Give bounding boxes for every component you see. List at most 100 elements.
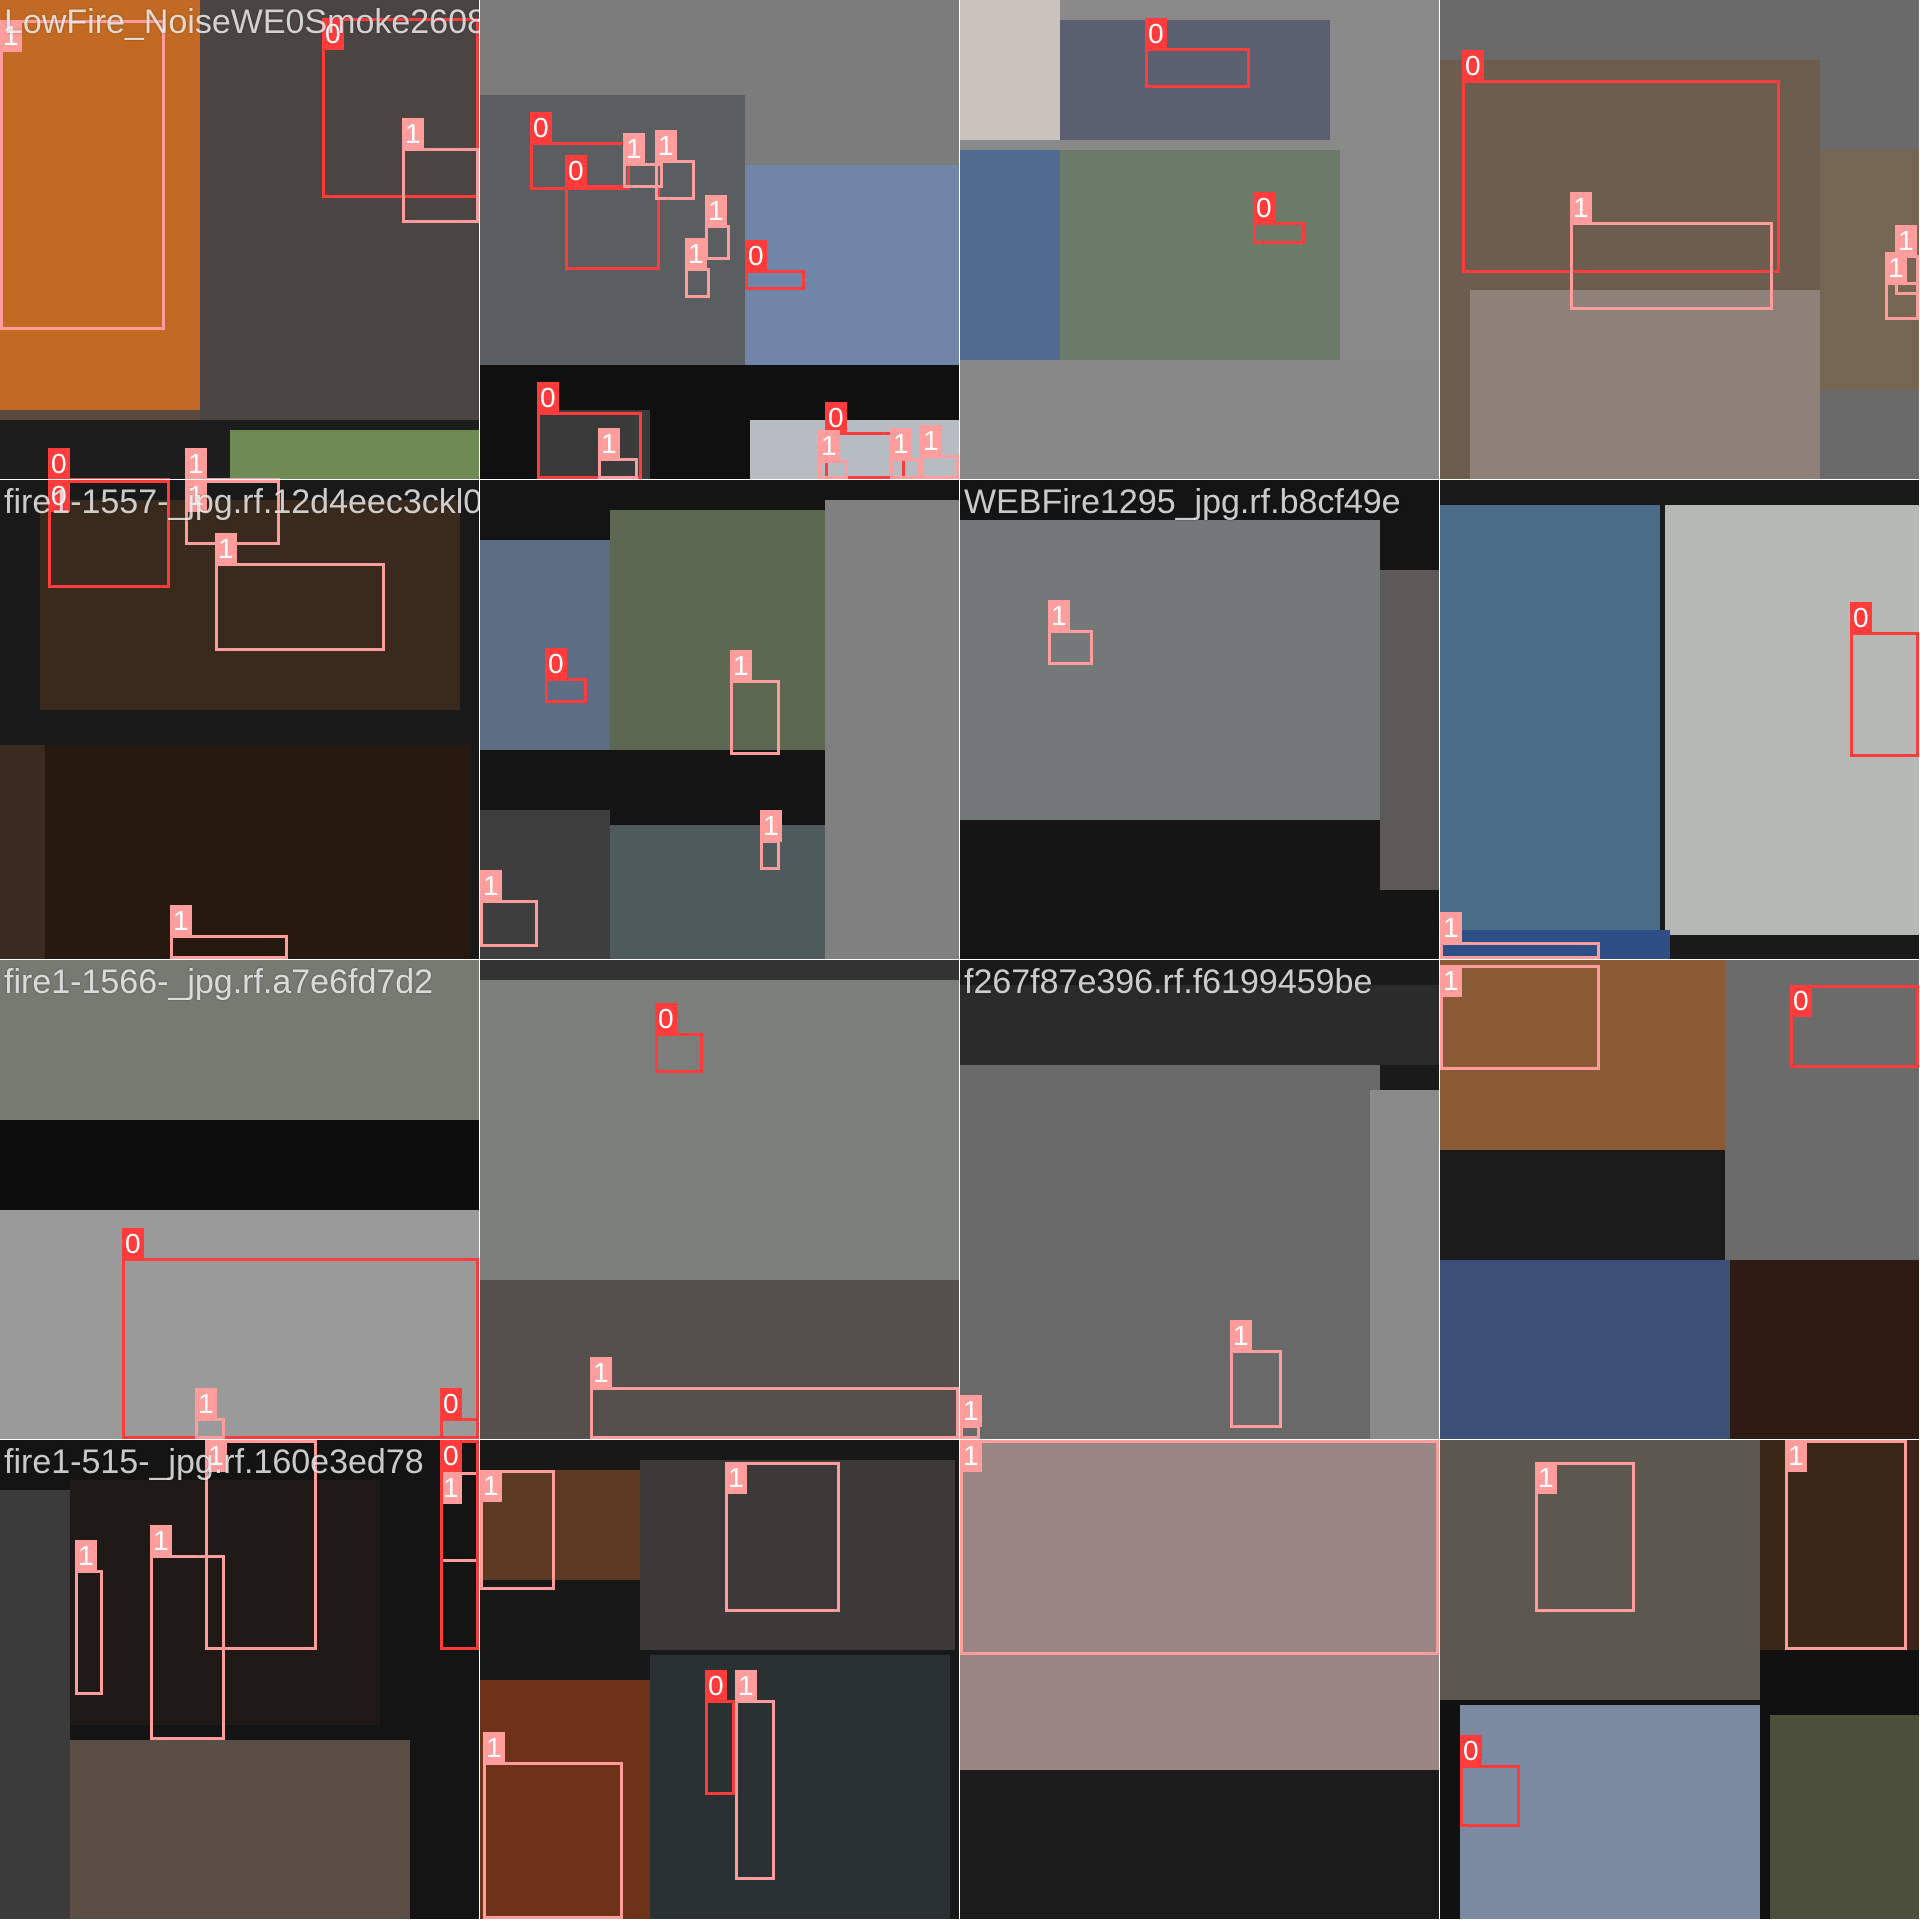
detection-box: 1: [402, 118, 479, 223]
photo-patch: [960, 1065, 1380, 1439]
class-label: 0: [440, 1440, 462, 1472]
photo-patch: [1060, 150, 1340, 360]
class-label: 1: [760, 810, 782, 842]
photo-patch: [960, 1770, 1439, 1919]
detection-box: 1: [483, 1732, 623, 1919]
photo-patch: [960, 520, 1380, 820]
detection-box: 1: [655, 130, 695, 200]
tile-filename: fire1-1566-_jpg.rf.a7e6fd7d2: [4, 963, 434, 1001]
class-label: 0: [1145, 18, 1167, 50]
tile-filename: fire1-1557-_jpg.rf.12d4eec3ckl0ko0bb6248…: [4, 483, 479, 521]
tile-filename: WEBFire1295_jpg.rf.b8cf49e: [964, 483, 1401, 521]
class-label: 1: [623, 133, 645, 165]
photo-patch: [40, 745, 470, 959]
class-label: 1: [890, 428, 912, 460]
class-label: 0: [745, 240, 767, 272]
class-label: 1: [705, 195, 727, 227]
photo-patch: [70, 1740, 410, 1919]
class-label: 1: [170, 905, 192, 937]
mosaic-tile: 0 1 1 1: [480, 480, 959, 959]
class-label: 0: [1790, 985, 1812, 1017]
detection-box: 1: [705, 195, 730, 260]
mosaic-tile: 0111: [1440, 0, 1919, 479]
photo-patch: [480, 980, 959, 1310]
detection-box: 1: [760, 810, 782, 870]
tile-filename: LowFire_NoiseWE0Smoke2608_jpg.rf.f433072…: [4, 3, 479, 41]
class-label: 1: [685, 238, 707, 270]
detection-box: 0: [565, 155, 660, 270]
detection-box: 1: [185, 448, 280, 479]
mosaic-tile: 1 1 f267f87e396.rf.f6199459be: [960, 960, 1439, 1439]
class-label: 1: [818, 430, 840, 462]
mosaic-tile: 1 1 0: [1440, 1440, 1919, 1919]
class-label: 1: [402, 118, 424, 150]
photo-patch: [745, 165, 959, 370]
class-label: 1: [1570, 192, 1592, 224]
detection-box: 0: [745, 240, 805, 290]
class-label: 0: [530, 112, 552, 144]
mosaic-tile: 10101LowFire_NoiseWE0Smoke2608_jpg.rf.f4…: [0, 0, 479, 479]
class-label: 0: [1460, 1735, 1482, 1767]
photo-patch: [960, 0, 1060, 140]
mosaic-tile: 1 1 1 1 0 fire1-515-_jpg.rf.160e3ed78: [0, 1440, 479, 1919]
class-label: 1: [960, 1440, 982, 1472]
class-label: 0: [1462, 50, 1484, 82]
detection-box: 1: [480, 1470, 555, 1590]
detection-box: 0: [440, 1440, 479, 1650]
detection-box: 0: [1850, 602, 1919, 757]
detection-box: 0: [545, 648, 587, 703]
class-label: 1: [1535, 1462, 1557, 1494]
detection-box: 1: [960, 1440, 1439, 1655]
detection-box: 1: [735, 1670, 775, 1880]
detection-box: 1: [890, 428, 920, 479]
detection-box: 1: [1440, 912, 1600, 959]
class-label: 0: [705, 1670, 727, 1702]
class-label: 0: [537, 382, 559, 414]
detection-box: 1: [480, 870, 538, 947]
class-label: 0: [48, 448, 70, 479]
class-label: 1: [735, 1670, 757, 1702]
class-label: 0: [655, 1003, 677, 1035]
mosaic-tile: 0011110010111: [480, 0, 959, 479]
class-label: 1: [920, 425, 942, 457]
detection-box: 0: [655, 1003, 703, 1073]
detection-box: 1: [960, 1395, 982, 1439]
class-label: 0: [440, 1388, 462, 1420]
mosaic-tile: 1 WEBFire1295_jpg.rf.b8cf49e: [960, 480, 1439, 959]
photo-patch: [960, 360, 1439, 479]
class-label: 0: [1253, 192, 1275, 224]
class-label: 1: [725, 1462, 747, 1494]
photo-patch: [610, 825, 825, 959]
detection-box: 1: [1570, 192, 1773, 310]
photo-patch: [0, 745, 45, 959]
mosaic-tile: 1: [960, 1440, 1439, 1919]
class-label: 1: [215, 533, 237, 565]
class-label: 1: [480, 870, 502, 902]
class-label: 1: [185, 448, 207, 479]
detection-box: 1: [0, 20, 165, 330]
class-label: 1: [960, 1395, 982, 1427]
detection-box: 1: [1230, 1320, 1282, 1428]
mosaic-tile: 01: [1440, 480, 1919, 959]
photo-patch: [1440, 1260, 1730, 1439]
detection-box: 1: [1535, 1462, 1635, 1612]
class-label: 1: [590, 1357, 612, 1389]
detection-box: 1: [598, 428, 638, 479]
detection-box: 1: [195, 1388, 225, 1439]
photo-patch: [610, 510, 825, 750]
photo-patch: [650, 1655, 950, 1919]
detection-box: 0: [705, 1670, 735, 1795]
photo-patch: [230, 430, 479, 479]
detection-box: 1: [725, 1462, 840, 1612]
photo-patch: [1770, 1715, 1919, 1919]
photo-patch: [1440, 505, 1660, 955]
detection-box: 0: [48, 448, 170, 479]
detection-box: 0: [122, 1228, 479, 1439]
photo-patch: [960, 820, 1439, 959]
class-label: 1: [1440, 912, 1462, 944]
photo-patch: [1380, 570, 1439, 890]
mosaic-tile: 00: [960, 0, 1439, 479]
class-label: 1: [730, 650, 752, 682]
detection-box: 1: [75, 1540, 103, 1695]
class-label: 1: [195, 1388, 217, 1420]
